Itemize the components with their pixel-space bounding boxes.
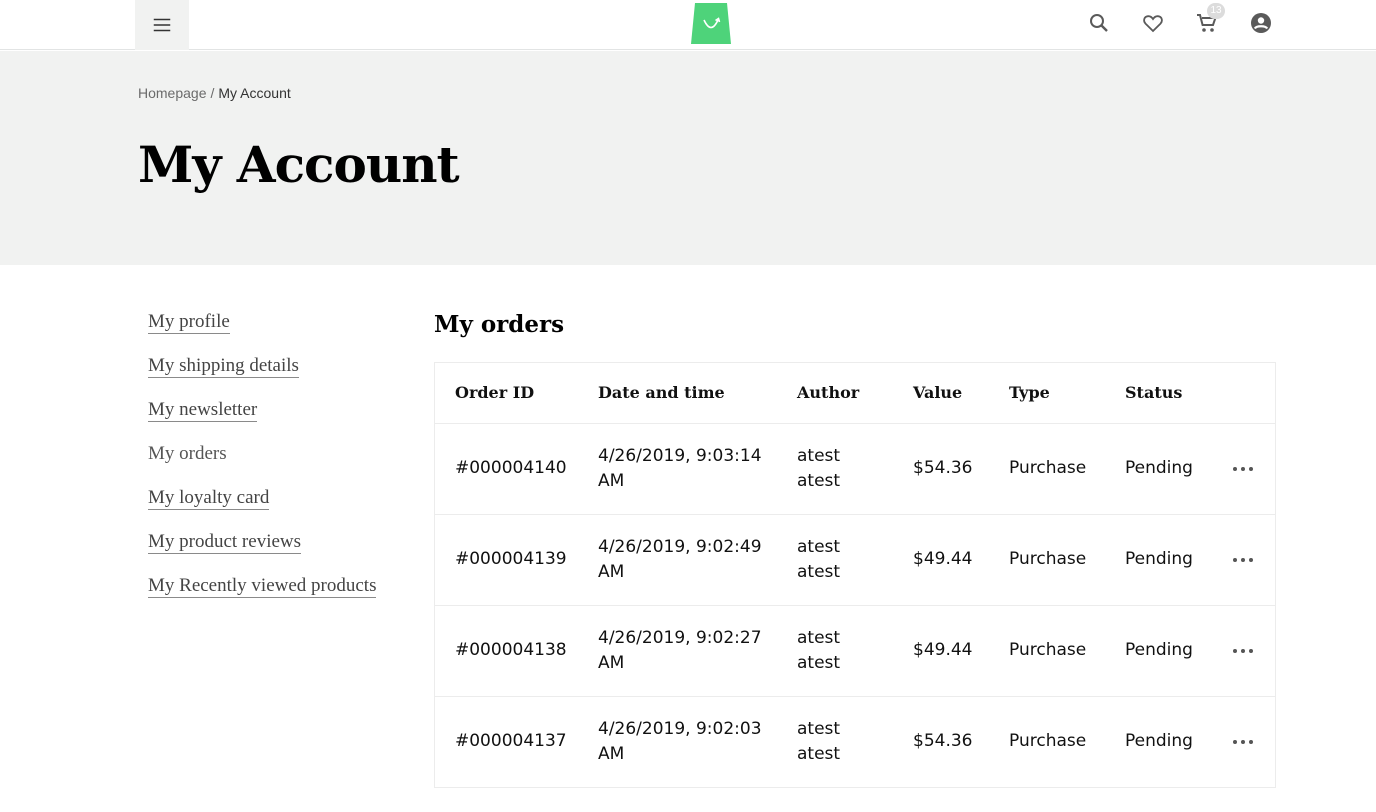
order-date-line: 4/26/2019, 9:02:27 [598, 628, 762, 648]
account-circle-icon [1251, 13, 1271, 33]
order-status-cell: Pending [1125, 549, 1193, 569]
hamburger-icon [153, 18, 171, 32]
sidebar-item-my-shipping-details[interactable]: My shipping details [148, 353, 398, 397]
more-horizontal-icon[interactable] [1231, 735, 1255, 749]
sidebar-item-label: My shipping details [148, 355, 299, 378]
sidebar-item-label: My orders [148, 443, 227, 464]
order-id-cell: #000004137 [455, 731, 567, 751]
order-status-cell: Pending [1125, 731, 1193, 751]
order-type-cell: Purchase [1009, 549, 1087, 569]
shopping-bag-icon[interactable] [689, 3, 733, 45]
table-row[interactable]: #000004138 4/26/2019, 9:02:27 AM atest ate… [435, 606, 1275, 697]
order-type-cell: Purchase [1009, 731, 1087, 751]
orders-table: Order ID Date and time Author Value Type… [434, 362, 1276, 788]
order-author-cell: atest atest [797, 444, 840, 494]
order-time-suffix: AM [598, 471, 625, 491]
column-header-status[interactable]: Status [1125, 383, 1182, 402]
more-horizontal-icon[interactable] [1231, 553, 1255, 567]
page-hero: Homepage / My Account My Account [0, 51, 1376, 265]
author-first-name: atest [797, 719, 841, 739]
wishlist-button[interactable] [1140, 10, 1166, 36]
column-header-date-time[interactable]: Date and time [598, 383, 768, 402]
page-title: My Account [138, 135, 460, 194]
order-date-line: 4/26/2019, 9:03:14 [598, 446, 762, 466]
author-first-name: atest [797, 628, 841, 648]
order-id-cell: #000004139 [455, 549, 567, 569]
order-value-cell: $49.44 [913, 549, 973, 569]
breadcrumb-home-link[interactable]: Homepage [138, 85, 207, 101]
sidebar-item-my-recently-viewed-products[interactable]: My Recently viewed products [148, 573, 398, 617]
order-date-cell: 4/26/2019, 9:02:27 AM [598, 626, 768, 676]
sidebar-item-label: My newsletter [148, 399, 258, 422]
order-type-cell: Purchase [1009, 640, 1087, 660]
table-row[interactable]: #000004137 4/26/2019, 9:02:03 AM atest ate… [435, 697, 1275, 788]
search-button[interactable] [1086, 10, 1112, 36]
heart-icon [1143, 15, 1163, 33]
order-date-cell: 4/26/2019, 9:02:03 AM [598, 717, 768, 767]
column-header-order-id[interactable]: Order ID [455, 383, 534, 402]
sidebar-item-label: My product reviews [148, 531, 302, 554]
top-header: 13 [0, 0, 1376, 50]
breadcrumb-separator: / [210, 85, 215, 101]
search-icon [1090, 14, 1108, 32]
breadcrumb: Homepage / My Account [138, 85, 291, 101]
order-id-cell: #000004140 [455, 458, 567, 478]
order-author-cell: atest atest [797, 535, 840, 585]
order-author-cell: atest atest [797, 626, 840, 676]
sidebar-item-my-product-reviews[interactable]: My product reviews [148, 529, 398, 573]
orders-section-title: My orders [434, 311, 565, 338]
order-time-suffix: AM [598, 562, 625, 582]
order-date-cell: 4/26/2019, 9:03:14 AM [598, 444, 768, 494]
order-id-cell: #000004138 [455, 640, 567, 660]
sidebar-item-label: My Recently viewed products [148, 575, 377, 598]
menu-button[interactable] [135, 0, 189, 50]
account-button[interactable] [1248, 10, 1274, 36]
author-last-name: atest [797, 653, 841, 673]
more-horizontal-icon[interactable] [1231, 644, 1255, 658]
order-date-line: 4/26/2019, 9:02:03 [598, 719, 762, 739]
sidebar-item-my-profile[interactable]: My profile [148, 309, 398, 353]
column-header-author[interactable]: Author [797, 383, 859, 402]
cart-count-badge: 13 [1207, 3, 1225, 19]
sidebar-item-my-loyalty-card[interactable]: My loyalty card [148, 485, 398, 529]
table-header-row: Order ID Date and time Author Value Type… [435, 363, 1275, 424]
order-date-line: 4/26/2019, 9:02:49 [598, 537, 762, 557]
sidebar-item-label: My loyalty card [148, 487, 270, 510]
order-time-suffix: AM [598, 653, 625, 673]
sidebar-item-label: My profile [148, 311, 230, 334]
account-sidebar-nav: My profile My shipping details My newsle… [148, 309, 398, 617]
order-status-cell: Pending [1125, 458, 1193, 478]
order-value-cell: $49.44 [913, 640, 973, 660]
table-row[interactable]: #000004140 4/26/2019, 9:03:14 AM atest ate… [435, 424, 1275, 515]
author-last-name: atest [797, 471, 841, 491]
order-status-cell: Pending [1125, 640, 1193, 660]
order-author-cell: atest atest [797, 717, 840, 767]
author-first-name: atest [797, 537, 841, 557]
order-value-cell: $54.36 [913, 731, 973, 751]
order-time-suffix: AM [598, 744, 625, 764]
sidebar-item-my-orders[interactable]: My orders [148, 441, 398, 485]
sidebar-item-my-newsletter[interactable]: My newsletter [148, 397, 398, 441]
table-row[interactable]: #000004139 4/26/2019, 9:02:49 AM atest ate… [435, 515, 1275, 606]
column-header-value[interactable]: Value [913, 383, 962, 402]
more-horizontal-icon[interactable] [1231, 462, 1255, 476]
order-date-cell: 4/26/2019, 9:02:49 AM [598, 535, 768, 585]
order-type-cell: Purchase [1009, 458, 1087, 478]
breadcrumb-current: My Account [218, 85, 291, 101]
order-value-cell: $54.36 [913, 458, 973, 478]
author-last-name: atest [797, 562, 841, 582]
author-last-name: atest [797, 744, 841, 764]
author-first-name: atest [797, 446, 841, 466]
column-header-type[interactable]: Type [1009, 383, 1050, 402]
